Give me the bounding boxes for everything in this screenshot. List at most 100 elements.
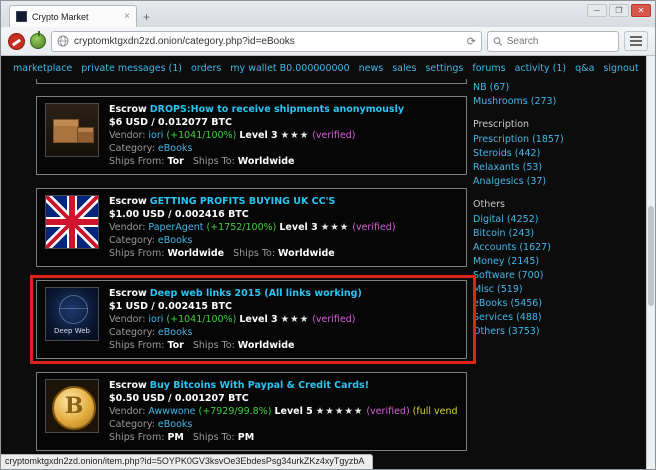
topnav-link[interactable]: orders xyxy=(191,63,221,74)
listings-list: Escrow DROPS:How to receive shipments ano… xyxy=(30,96,476,451)
site-favicon xyxy=(16,11,27,22)
sidebar-category-link[interactable]: Money (2145) xyxy=(473,255,646,269)
listing-card[interactable]: EscrowBuy Bitcoins With Paypal & Credit … xyxy=(36,372,467,451)
topnav-link[interactable]: forums xyxy=(472,63,505,74)
ships-from-value: PM xyxy=(167,432,184,443)
vendor-link[interactable]: PaperAgent xyxy=(148,222,203,233)
page-content: marketplace private messages (1) orders … xyxy=(1,56,655,469)
topnav-link[interactable]: private messages (1) xyxy=(81,63,182,74)
vertical-scrollbar[interactable] xyxy=(646,56,655,469)
listing-title-link[interactable]: Deep web links 2015 (All links working) xyxy=(150,288,362,299)
search-input[interactable] xyxy=(506,35,613,47)
hamburger-menu-icon[interactable] xyxy=(624,31,648,51)
vendor-feedback: (+7929/99.8%) xyxy=(198,406,272,417)
verified-badge: (verified) xyxy=(366,406,410,417)
category-link[interactable]: eBooks xyxy=(158,235,192,246)
category-link[interactable]: eBooks xyxy=(158,419,192,430)
escrow-badge: Escrow xyxy=(109,288,147,299)
listing-price: $6 USD / 0.012077 BTC xyxy=(109,117,232,128)
listing-thumbnail[interactable]: Deep Web xyxy=(45,287,99,341)
vendor-level: Level 3 xyxy=(239,314,278,325)
url-text[interactable]: cryptomktgxdn2zd.onion/category.php?id=e… xyxy=(74,36,462,47)
listings-column: Escrow DROPS:How to receive shipments ano… xyxy=(1,79,476,469)
topnav-link[interactable]: settings xyxy=(425,63,463,74)
vendor-stars: ★★★ xyxy=(280,130,310,141)
ships-from-value: Tor xyxy=(167,340,184,351)
sidebar-category-link[interactable]: Services (488) xyxy=(473,311,646,325)
topnav-link[interactable]: q&a xyxy=(575,63,594,74)
ships-from-label: Ships From: xyxy=(109,248,165,259)
tor-onion-icon[interactable] xyxy=(30,31,46,49)
sidebar-category-link[interactable]: Bitcoin (243) xyxy=(473,227,646,241)
vendor-link[interactable]: iori xyxy=(148,130,163,141)
maximize-button[interactable]: ❐ xyxy=(609,4,629,17)
status-bar-link-preview: cryptomktgxdn2zd.onion/item.php?id=5OYPK… xyxy=(1,454,374,469)
sidebar-category-link[interactable]: Software (700) xyxy=(473,269,646,283)
listing-title-link[interactable]: GETTING PROFITS BUYING UK CC'S xyxy=(150,196,336,207)
sidebar-category-link[interactable]: Analgesics (37) xyxy=(473,175,646,189)
topnav-link[interactable]: activity (1) xyxy=(515,63,567,74)
listing-card[interactable]: Deep Web Escrow Deep web links 2015 (All … xyxy=(30,275,476,364)
verified-badge: (verified) xyxy=(312,130,356,141)
topnav-signout-link[interactable]: signout xyxy=(603,63,638,74)
noscript-blocked-icon[interactable] xyxy=(8,32,25,50)
sidebar-section-header: Prescription xyxy=(473,119,530,130)
category-link[interactable]: eBooks xyxy=(158,143,192,154)
listing-thumbnail[interactable] xyxy=(45,379,99,433)
category-label: Category: xyxy=(109,419,155,430)
sidebar-category-link[interactable]: eBooks (5456) xyxy=(473,297,646,311)
vendor-label: Vendor: xyxy=(109,406,146,417)
listing-price: $1.00 USD / 0.002416 BTC xyxy=(109,209,249,220)
tab-bar: Crypto Market × + ─ ❐ ✕ xyxy=(1,1,655,27)
sidebar-category-link[interactable]: Accounts (1627) xyxy=(473,241,646,255)
vendor-level: Level 5 xyxy=(274,406,313,417)
listing-title-link[interactable]: Buy Bitcoins With Paypal & Credit Cards! xyxy=(150,380,369,391)
topnav-link[interactable]: sales xyxy=(392,63,416,74)
search-icon xyxy=(493,36,503,46)
topnav-link[interactable]: marketplace xyxy=(13,63,72,74)
scrollbar-thumb[interactable] xyxy=(648,206,654,306)
sidebar-category-link[interactable]: Relaxants (53) xyxy=(473,161,646,175)
ships-to-label: Ships To: xyxy=(233,248,276,259)
reload-icon[interactable]: ⟳ xyxy=(467,35,476,48)
vendor-stars: ★★★ xyxy=(320,222,350,233)
verified-badge: (verified) xyxy=(352,222,396,233)
partial-listing-above xyxy=(36,79,467,84)
sidebar-category-link[interactable]: NB (67) xyxy=(473,81,646,95)
listing-title-link[interactable]: DROPS:How to receive shipments anonymous… xyxy=(150,104,404,115)
sidebar-category-link[interactable]: Others (3753) xyxy=(473,325,646,339)
search-box[interactable] xyxy=(487,30,619,52)
vendor-link[interactable]: Awwwone xyxy=(148,406,195,417)
listing-price: $1 USD / 0.002415 BTC xyxy=(109,301,232,312)
new-tab-button[interactable]: + xyxy=(137,10,158,27)
thumbnail-caption: Deep Web xyxy=(54,327,90,335)
category-label: Category: xyxy=(109,235,155,246)
ships-to-label: Ships To: xyxy=(192,340,235,351)
escrow-badge: Escrow xyxy=(109,196,147,207)
tab-close-icon[interactable]: × xyxy=(124,11,130,22)
ships-to-value: Worldwide xyxy=(278,248,335,259)
sidebar-category-link[interactable]: Mushrooms (273) xyxy=(473,95,646,109)
url-bar[interactable]: cryptomktgxdn2zd.onion/category.php?id=e… xyxy=(51,30,482,52)
sidebar-category-link[interactable]: Prescription (1857) xyxy=(473,133,646,147)
ships-from-label: Ships From: xyxy=(109,340,165,351)
listing-thumbnail[interactable] xyxy=(45,195,99,249)
close-button[interactable]: ✕ xyxy=(631,4,651,17)
vendor-label: Vendor: xyxy=(109,314,146,325)
listing-card[interactable]: Escrow GETTING PROFITS BUYING UK CC'S $1.… xyxy=(36,188,467,267)
vendor-label: Vendor: xyxy=(109,222,146,233)
topnav-link[interactable]: news xyxy=(359,63,384,74)
browser-window: Crypto Market × + ─ ❐ ✕ cryptomktgxdn2zd… xyxy=(0,0,656,470)
site-top-navigation: marketplace private messages (1) orders … xyxy=(1,56,646,79)
sidebar-category-link[interactable]: Misc (519) xyxy=(473,283,646,297)
browser-tab[interactable]: Crypto Market × xyxy=(9,5,137,27)
listing-thumbnail[interactable] xyxy=(45,103,99,157)
topnav-link[interactable]: my wallet B0.000000000 xyxy=(230,63,349,74)
category-link[interactable]: eBooks xyxy=(158,327,192,338)
ships-from-value: Tor xyxy=(167,156,184,167)
minimize-button[interactable]: ─ xyxy=(587,4,607,17)
sidebar-category-link[interactable]: Steroids (442) xyxy=(473,147,646,161)
listing-card[interactable]: Escrow DROPS:How to receive shipments ano… xyxy=(36,96,467,175)
sidebar-category-link[interactable]: Digital (4252) xyxy=(473,213,646,227)
vendor-link[interactable]: iori xyxy=(148,314,163,325)
